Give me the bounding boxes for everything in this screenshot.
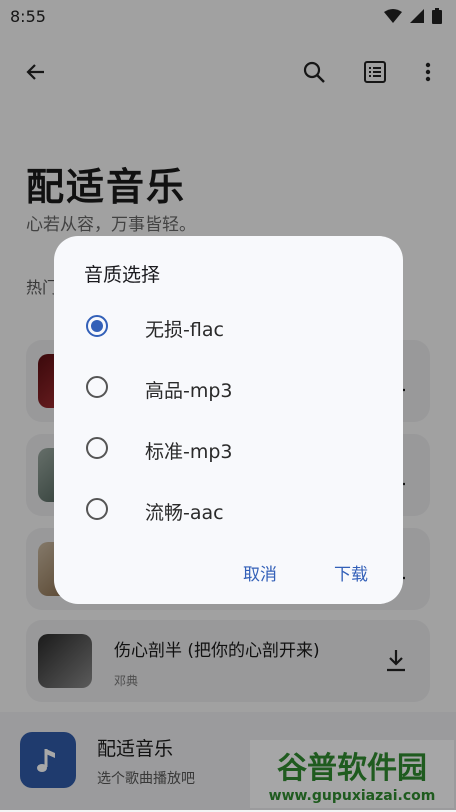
cancel-button[interactable]: 取消 <box>243 560 277 585</box>
radio-button[interactable] <box>86 498 108 520</box>
option-high-mp3[interactable]: 高品-mp3 <box>54 360 403 416</box>
radio-button[interactable] <box>86 315 108 337</box>
option-aac[interactable]: 流畅-aac <box>54 482 403 538</box>
dialog-title: 音质选择 <box>84 264 161 286</box>
quality-dialog: 音质选择 无损-flac 高品-mp3 标准-mp3 流畅-aac 取消 下载 <box>54 236 403 604</box>
option-label: 高品-mp3 <box>145 380 233 402</box>
option-standard-mp3[interactable]: 标准-mp3 <box>54 421 403 477</box>
option-label: 无损-flac <box>145 319 224 341</box>
option-flac[interactable]: 无损-flac <box>54 299 403 355</box>
option-label: 标准-mp3 <box>145 441 233 463</box>
radio-button[interactable] <box>86 376 108 398</box>
download-button[interactable]: 下载 <box>334 560 368 585</box>
option-label: 流畅-aac <box>145 502 224 524</box>
radio-button[interactable] <box>86 437 108 459</box>
